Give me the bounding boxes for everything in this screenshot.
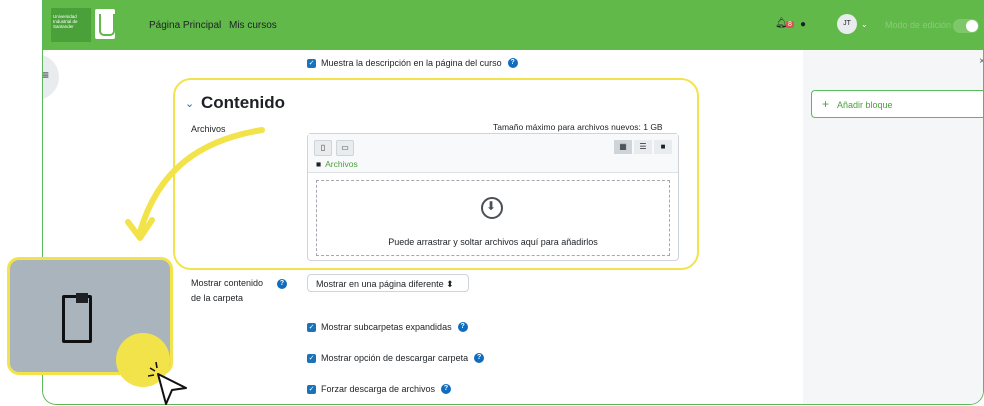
- callout-arrow-curve: [137, 127, 265, 235]
- file-fold-icon: [76, 293, 88, 303]
- cursor-icon: [148, 362, 187, 405]
